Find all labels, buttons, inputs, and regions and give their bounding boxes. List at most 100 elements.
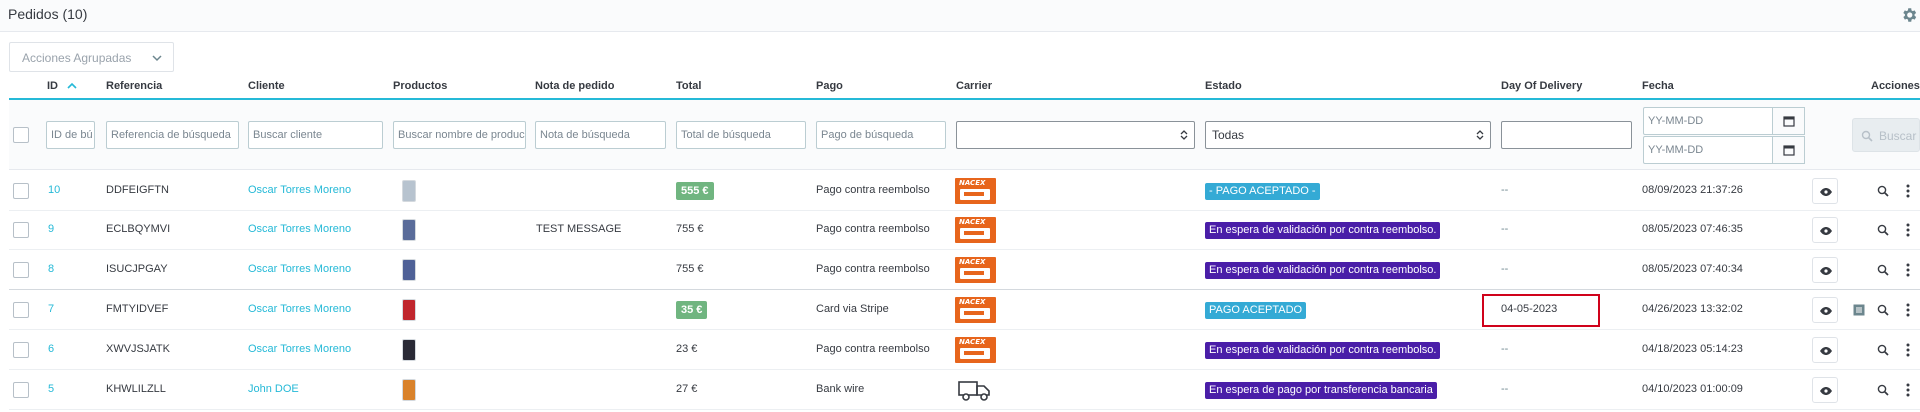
carrier-logo-text: NACEX	[959, 298, 986, 306]
order-status-badge: PAGO ACEPTADO	[1205, 302, 1307, 319]
zoom-icon[interactable]	[1877, 224, 1889, 236]
customer-link[interactable]: Oscar Torres Moreno	[248, 343, 351, 355]
column-header-date[interactable]: Fecha	[1642, 80, 1674, 92]
order-reference: ECLBQYMVI	[106, 223, 171, 235]
column-header-carrier[interactable]: Carrier	[956, 80, 992, 92]
status-filter-value: Todas	[1212, 128, 1245, 142]
payment-filter-input[interactable]: Pago de búsqueda	[816, 121, 946, 149]
order-id[interactable]: 8	[48, 263, 54, 275]
column-header-customer[interactable]: Cliente	[248, 80, 285, 92]
zoom-icon[interactable]	[1877, 344, 1889, 356]
order-total: 23 €	[676, 343, 698, 355]
more-options-icon[interactable]	[1906, 223, 1910, 237]
row-checkbox[interactable]	[13, 302, 29, 318]
bulk-actions-dropdown[interactable]: Acciones Agrupadas	[9, 42, 174, 72]
order-reference: DDFEIGFTN	[106, 184, 169, 196]
customer-link[interactable]: Oscar Torres Moreno	[248, 303, 351, 315]
sort-asc-icon[interactable]	[67, 82, 77, 90]
view-order-button[interactable]	[1812, 297, 1838, 323]
search-button[interactable]: Buscar	[1852, 118, 1920, 152]
more-options-icon[interactable]	[1906, 303, 1910, 317]
bulk-actions-label: Acciones Agrupadas	[22, 51, 132, 65]
order-total: 755 €	[676, 263, 704, 275]
select-arrows-icon	[1476, 130, 1484, 140]
eye-icon	[1820, 307, 1832, 315]
row-checkbox[interactable]	[13, 183, 29, 199]
payment-method: Card via Stripe	[816, 303, 889, 315]
gear-icon[interactable]	[1900, 6, 1918, 24]
customer-filter-input[interactable]: Buscar cliente	[248, 121, 383, 149]
carrier-filter-select[interactable]	[956, 121, 1195, 149]
order-status-badge: En espera de validación por contra reemb…	[1205, 262, 1441, 279]
more-options-icon[interactable]	[1906, 343, 1910, 357]
product-thumbnail[interactable]	[402, 219, 416, 241]
row-checkbox[interactable]	[13, 262, 29, 278]
invoice-icon[interactable]	[1853, 304, 1865, 316]
carrier-logo: NACEX	[955, 337, 996, 363]
more-options-icon[interactable]	[1906, 263, 1910, 277]
order-id[interactable]: 5	[48, 383, 54, 395]
column-header-status[interactable]: Estado	[1205, 80, 1242, 92]
customer-link[interactable]: Oscar Torres Moreno	[248, 263, 351, 275]
order-reference: KHWLILZLL	[106, 383, 166, 395]
zoom-icon[interactable]	[1877, 384, 1889, 396]
date-to-input[interactable]: YY-MM-DD	[1643, 136, 1773, 164]
eye-icon	[1820, 347, 1832, 355]
total-filter-input[interactable]: Total de búsqueda	[676, 121, 806, 149]
product-thumbnail[interactable]	[402, 299, 416, 321]
reference-filter-input[interactable]: Referencia de búsqueda	[106, 121, 239, 149]
column-header-reference[interactable]: Referencia	[106, 80, 162, 92]
column-header-day-of-delivery[interactable]: Day Of Delivery	[1501, 80, 1582, 92]
date-from-picker-button[interactable]	[1773, 107, 1805, 135]
view-order-button[interactable]	[1812, 257, 1838, 283]
eye-icon	[1820, 387, 1832, 395]
date-from-input[interactable]: YY-MM-DD	[1643, 107, 1773, 135]
view-order-button[interactable]	[1812, 217, 1838, 243]
status-filter-select[interactable]: Todas	[1205, 121, 1491, 149]
products-filter-input[interactable]: Buscar nombre de produc	[393, 121, 526, 149]
date-to-picker-button[interactable]	[1773, 136, 1805, 164]
delivery-filter-input[interactable]	[1501, 121, 1632, 149]
row-checkbox[interactable]	[13, 342, 29, 358]
order-note-filter-input[interactable]: Nota de búsqueda	[535, 121, 666, 149]
product-thumbnail[interactable]	[402, 180, 416, 202]
zoom-icon[interactable]	[1877, 185, 1889, 197]
view-order-button[interactable]	[1812, 178, 1838, 204]
customer-link[interactable]: Oscar Torres Moreno	[248, 184, 351, 196]
carrier-logo-text: NACEX	[959, 258, 986, 266]
view-order-button[interactable]	[1812, 337, 1838, 363]
column-header-total[interactable]: Total	[676, 80, 701, 92]
select-all-checkbox[interactable]	[13, 127, 29, 143]
product-thumbnail[interactable]	[402, 339, 416, 361]
eye-icon	[1820, 227, 1832, 235]
order-id[interactable]: 9	[48, 223, 54, 235]
zoom-icon[interactable]	[1877, 304, 1889, 316]
column-header-id[interactable]: ID	[47, 80, 58, 92]
panel-header: Pedidos (10)	[0, 0, 1920, 32]
product-thumbnail[interactable]	[402, 259, 416, 281]
row-checkbox[interactable]	[13, 382, 29, 398]
more-options-icon[interactable]	[1906, 184, 1910, 198]
eye-icon	[1820, 267, 1832, 275]
row-checkbox[interactable]	[13, 222, 29, 238]
zoom-icon[interactable]	[1877, 264, 1889, 276]
product-thumbnail[interactable]	[402, 379, 416, 401]
delivery-date: --	[1501, 223, 1509, 235]
delivery-date: --	[1501, 383, 1509, 395]
carrier-logo: NACEX	[955, 297, 996, 323]
order-status-badge: En espera de pago por transferencia banc…	[1205, 382, 1437, 399]
order-id[interactable]: 7	[48, 303, 54, 315]
id-filter-input[interactable]: ID de bú	[46, 121, 95, 149]
view-order-button[interactable]	[1812, 377, 1838, 403]
customer-link[interactable]: Oscar Torres Moreno	[248, 223, 351, 235]
customer-link[interactable]: John DOE	[248, 383, 299, 395]
order-date: 08/05/2023 07:40:34	[1642, 263, 1743, 275]
truck-icon	[960, 268, 990, 279]
order-status-badge: En espera de validación por contra reemb…	[1205, 342, 1441, 359]
order-id[interactable]: 6	[48, 343, 54, 355]
column-header-payment[interactable]: Pago	[816, 80, 843, 92]
order-status-badge: En espera de validación por contra reemb…	[1205, 222, 1441, 239]
order-date: 08/05/2023 07:46:35	[1642, 223, 1743, 235]
order-id[interactable]: 10	[48, 184, 60, 196]
more-options-icon[interactable]	[1906, 383, 1910, 397]
